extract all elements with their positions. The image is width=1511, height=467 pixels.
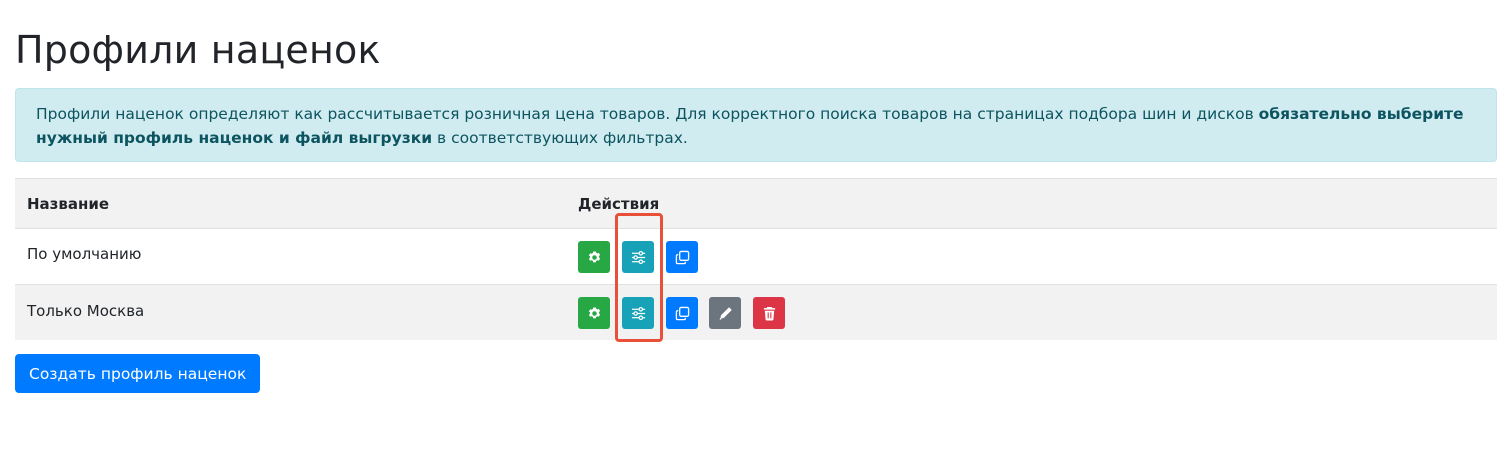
page-title: Профили наценок: [15, 28, 381, 72]
sliders-button[interactable]: [622, 297, 654, 329]
sliders-button[interactable]: [622, 241, 654, 273]
info-alert: Профили наценок определяют как рассчитыв…: [15, 88, 1497, 162]
settings-button[interactable]: [578, 297, 610, 329]
create-profile-button[interactable]: Создать профиль наценок: [15, 354, 261, 393]
sliders-icon: [631, 306, 645, 320]
trash-icon: [763, 306, 775, 321]
profile-name: По умолчанию: [27, 245, 142, 263]
copy-icon: [675, 250, 689, 264]
delete-button[interactable]: [753, 297, 785, 329]
alert-tail-text: в соответствующих фильтрах.: [432, 129, 688, 147]
edit-button[interactable]: [709, 297, 741, 329]
alert-text: Профили наценок определяют как рассчитыв…: [36, 105, 1259, 123]
gear-icon: [588, 250, 600, 262]
profile-name: Только Москва: [27, 302, 145, 320]
table-row: Только Москва: [15, 285, 1497, 340]
sliders-icon: [631, 250, 645, 264]
column-header-name: Название: [27, 195, 110, 213]
table-header: Название Действия: [15, 179, 1497, 229]
column-header-actions: Действия: [578, 195, 660, 213]
gear-icon: [588, 306, 600, 318]
table-row: По умолчанию: [15, 229, 1497, 285]
pencil-icon: [719, 306, 732, 320]
copy-icon: [675, 306, 689, 320]
settings-button[interactable]: [578, 241, 610, 273]
copy-button[interactable]: [666, 241, 698, 273]
markup-profiles-table: Название Действия По умолчанию Только Мо…: [15, 178, 1497, 340]
copy-button[interactable]: [666, 297, 698, 329]
